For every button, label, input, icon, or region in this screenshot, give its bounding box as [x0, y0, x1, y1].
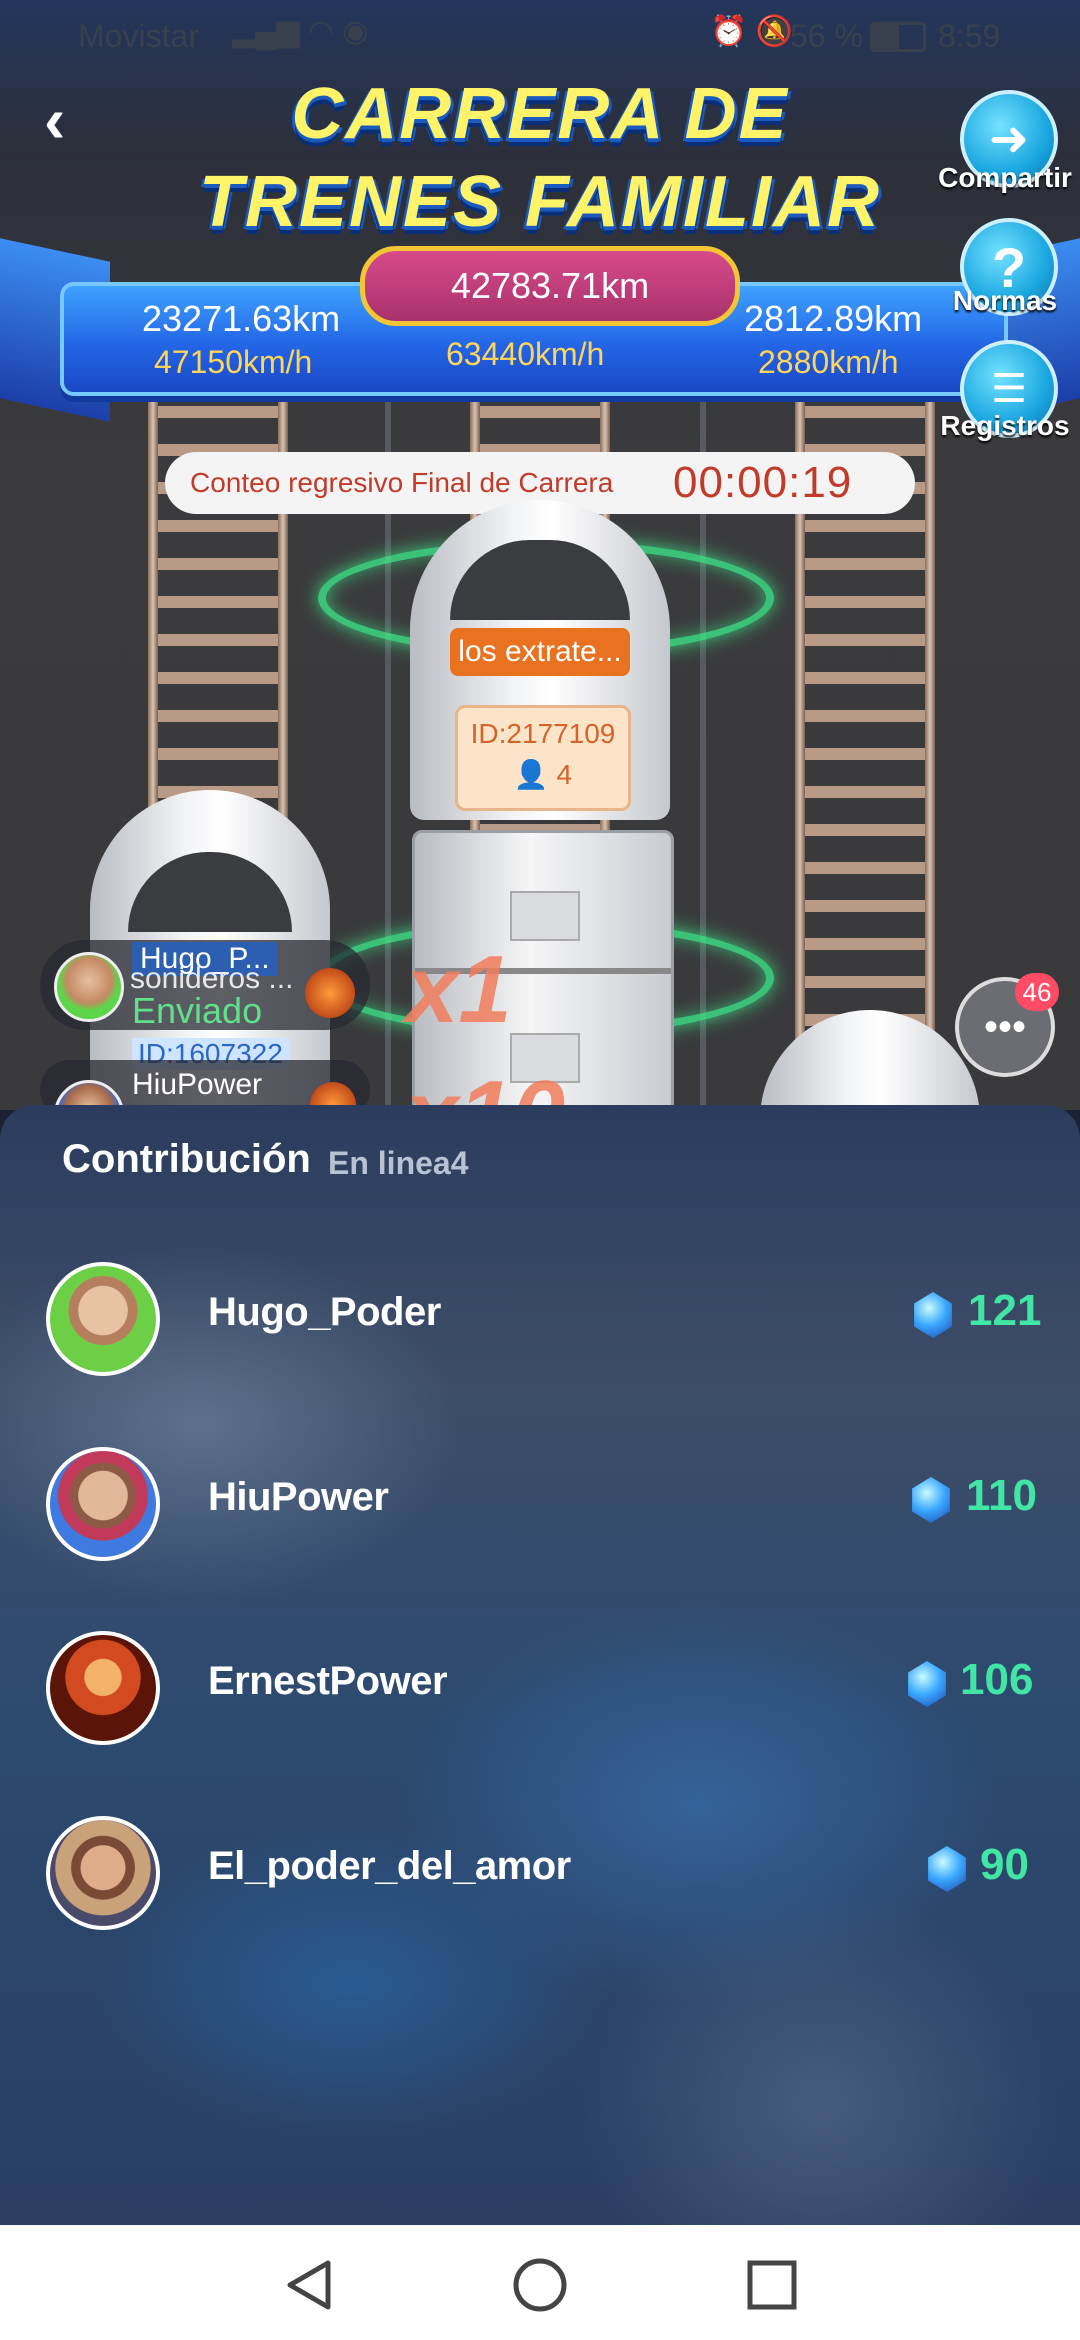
multiplier-x10: x10: [405, 1060, 565, 1110]
contributor-name: El_poder_del_amor: [208, 1844, 571, 1888]
contribution-value: 110: [966, 1471, 1037, 1520]
total-distance: 42783.71km: [360, 246, 740, 326]
train-id: ID:2177109: [470, 718, 616, 749]
rules-label: Normas: [952, 285, 1058, 316]
countdown-timer: 00:00:19: [673, 458, 853, 507]
member-icon: 👤: [513, 759, 549, 790]
center-speed: 63440km/h: [446, 336, 605, 372]
train-id-card: ID:2177109 👤 4: [455, 705, 631, 811]
gift-icon: [305, 968, 355, 1018]
left-speed: 47150km/h: [154, 344, 313, 380]
right-distance: 2812.89km: [744, 298, 923, 339]
race-game-area: Movistar ▂▄▆ ◠ ◉ ⏰ 🔕 56 % 8:59 ‹ CARRERA…: [0, 0, 1080, 1110]
train-right-head[interactable]: [760, 1010, 980, 1110]
system-navigation-bar: [0, 2225, 1080, 2340]
nav-recents-icon[interactable]: [742, 2255, 802, 2315]
contribution-value: 106: [960, 1655, 1034, 1704]
contribution-value: 90: [980, 1840, 1029, 1889]
game-title: CARRERA DE TRENES FAMILIAR: [160, 70, 920, 246]
list-item[interactable]: Hugo_Poder 121: [0, 1250, 1080, 1380]
contribution-panel: Contribución En linea4 Hugo_Poder 121 Hi…: [0, 1105, 1080, 2225]
avatar: [46, 1262, 160, 1376]
gift-notice: HiuPower: [40, 1060, 370, 1110]
contribution-value: 121: [968, 1286, 1042, 1335]
back-button[interactable]: ‹: [44, 88, 104, 160]
avatar: [46, 1816, 160, 1930]
signal-wifi-icons: ▂▄▆ ◠ ◉: [232, 15, 369, 48]
contributor-name: ErnestPower: [208, 1659, 448, 1703]
contribution-title: Contribución: [62, 1137, 311, 1181]
document-icon: ☰: [991, 367, 1027, 411]
share-label: Compartir: [938, 162, 1072, 193]
game-title-line2: TRENES FAMILIAR: [198, 162, 881, 242]
notice-action: Enviado: [132, 990, 263, 1031]
chat-bubble-icon: •••: [983, 1005, 1026, 1049]
avatar: [54, 952, 124, 1022]
right-speed: 2880km/h: [758, 344, 899, 380]
contributor-name: HiuPower: [208, 1475, 389, 1519]
chat-unread-badge: 46: [1015, 973, 1059, 1011]
list-item[interactable]: HiuPower 110: [0, 1435, 1080, 1565]
nav-home-icon[interactable]: [510, 2255, 570, 2315]
left-distance: 23271.63km: [142, 298, 341, 339]
alarm-mute-icons: ⏰ 🔕: [710, 15, 794, 48]
notice-user: HiuPower: [132, 1068, 263, 1101]
list-item[interactable]: ErnestPower 106: [0, 1619, 1080, 1749]
multiplier-x1: x1: [405, 936, 512, 1043]
gem-icon: [928, 1846, 966, 1892]
game-title-line1: CARRERA DE: [291, 74, 789, 154]
online-count: En linea4: [328, 1145, 469, 1181]
battery-percent: 56 %: [790, 18, 863, 54]
train-member-count: 4: [556, 759, 573, 790]
battery-icon: [870, 22, 926, 52]
carrier-label: Movistar: [78, 18, 199, 54]
records-label: Registros: [940, 410, 1070, 441]
gift-notice: Hugo_P... sonideros ... Enviado: [40, 940, 370, 1031]
train-team-name: los extrate...: [450, 628, 630, 676]
status-bar: Movistar ▂▄▆ ◠ ◉ ⏰ 🔕 56 % 8:59: [0, 0, 1080, 70]
avatar: [46, 1631, 160, 1745]
gem-icon: [912, 1477, 950, 1523]
gem-icon: [908, 1661, 946, 1707]
clock: 8:59: [938, 18, 1001, 54]
list-item[interactable]: El_poder_del_amor 90: [0, 1804, 1080, 1934]
share-arrow-icon: ➜: [988, 113, 1030, 166]
contributor-name: Hugo_Poder: [208, 1290, 441, 1334]
avatar: [46, 1447, 160, 1561]
nav-back-icon[interactable]: [280, 2255, 340, 2315]
gem-icon: [914, 1292, 952, 1338]
chevron-left-icon: ‹: [44, 84, 66, 156]
